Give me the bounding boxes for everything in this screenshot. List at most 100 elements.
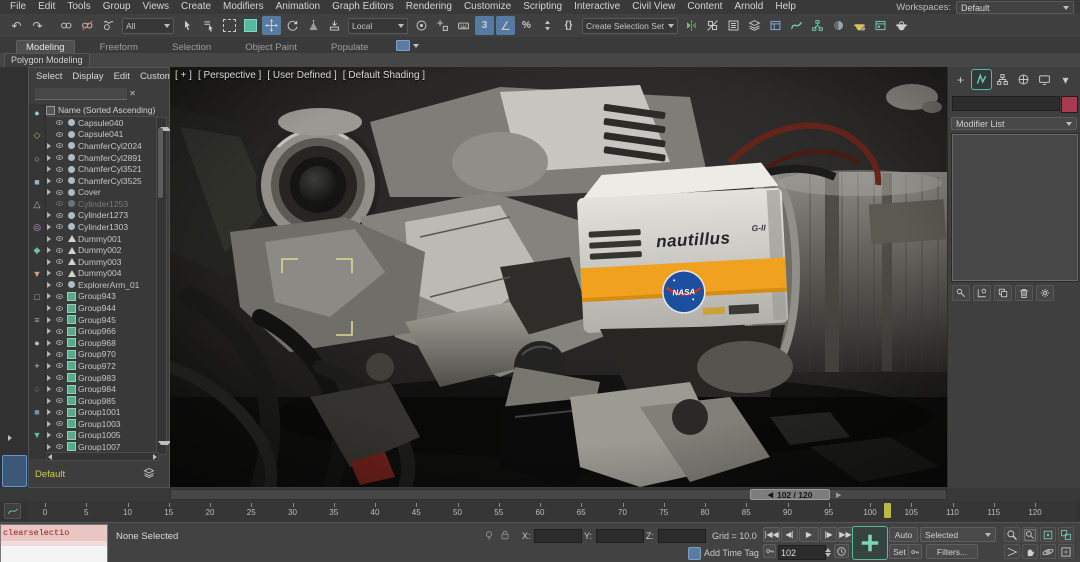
select-and-rotate-icon[interactable] [283,16,302,35]
filter-cameras-icon[interactable]: ■ [31,175,44,188]
explorer-row[interactable]: Group968 [46,337,159,349]
maximize-viewport-toggle-icon[interactable] [1058,544,1074,559]
explorer-row[interactable]: Dummy004 [46,268,159,280]
menu-rendering[interactable]: Rendering [400,0,458,14]
menu-content[interactable]: Content [681,0,728,14]
visibility-eye-icon[interactable] [55,361,65,370]
expand-arrow-icon[interactable] [47,282,53,288]
menu-interactive[interactable]: Interactive [568,0,626,14]
explorer-column-header[interactable]: Name (Sorted Ascending) [46,104,158,117]
expand-arrow-icon[interactable] [47,166,53,172]
undo-icon[interactable]: ↶ [7,16,26,35]
expand-arrow-icon[interactable] [47,351,53,357]
coord-field-x[interactable] [534,529,582,543]
expand-arrow-icon[interactable] [47,155,53,161]
explorer-row[interactable]: Group1001 [46,406,159,418]
time-slider-handle[interactable]: ◀ 102 / 120 [750,489,830,500]
visibility-eye-icon[interactable] [55,315,65,324]
named-selection-sets-icon[interactable]: {} [559,16,578,35]
next-frame-button[interactable]: |▶ [820,527,837,542]
tab-create[interactable]: + [951,70,970,89]
visibility-eye-icon[interactable] [55,234,65,243]
expand-arrow-icon[interactable] [47,189,53,195]
visibility-eye-icon[interactable] [55,373,65,382]
tab-hierarchy[interactable] [993,70,1012,89]
expand-arrow-icon[interactable] [47,178,53,184]
layers-icon[interactable] [143,467,155,479]
current-frame-field[interactable] [778,545,826,560]
set-keys-button[interactable] [852,526,888,560]
explorer-row[interactable]: ChamferCyl3521 [46,163,159,175]
explorer-menu-edit[interactable]: Edit [109,71,135,82]
explorer-row[interactable]: ChamferCyl2891 [46,152,159,164]
keyboard-shortcut-override-icon[interactable] [454,16,473,35]
menu-modifiers[interactable]: Modifiers [217,0,270,14]
menu-views[interactable]: Views [137,0,176,14]
explorer-row[interactable]: Cylinder1253 [46,198,159,210]
menu-group[interactable]: Group [97,0,137,14]
select-and-scale-icon[interactable] [304,16,323,35]
visibility-eye-icon[interactable] [55,165,65,174]
mini-curve-editor-icon[interactable] [4,503,21,519]
expand-arrow-icon[interactable] [47,363,53,369]
dock-expand-arrow-icon[interactable] [8,435,12,441]
playhead-marker[interactable] [884,503,891,518]
menu-graph-editors[interactable]: Graph Editors [326,0,400,14]
filter-shapes-icon[interactable]: ◇ [31,129,44,142]
object-color-swatch[interactable] [1061,96,1078,113]
visibility-eye-icon[interactable] [55,246,65,255]
viewport-canvas[interactable]: nautillus G-II NASA [170,67,947,487]
visibility-eye-icon[interactable] [55,327,65,336]
configure-modifier-sets-button[interactable] [1036,285,1054,301]
material-editor-icon[interactable] [829,16,848,35]
expand-arrow-icon[interactable] [47,293,53,299]
select-by-name-icon[interactable] [199,16,218,35]
toggle-ribbon-icon[interactable] [766,16,785,35]
menu-scripting[interactable]: Scripting [517,0,568,14]
select-and-link-icon[interactable] [57,16,76,35]
explorer-row[interactable]: Group944 [46,302,159,314]
active-layer-label[interactable]: Default [35,469,65,480]
visibility-eye-icon[interactable] [55,188,65,197]
visibility-eye-icon[interactable] [55,211,65,220]
explorer-row[interactable]: Group970 [46,349,159,361]
pan-view-icon[interactable] [1022,544,1038,559]
menu-create[interactable]: Create [175,0,217,14]
tab-display[interactable] [1035,70,1054,89]
snaps-toggle-3d-icon[interactable]: 3 [475,16,494,35]
expand-arrow-icon[interactable] [47,236,53,242]
show-end-result-button[interactable] [973,285,991,301]
expand-arrow-icon[interactable] [47,444,53,450]
visibility-eye-icon[interactable] [55,269,65,278]
zoom-icon[interactable] [1004,527,1020,542]
explorer-row[interactable]: Group966 [46,325,159,337]
filter-geometry-icon[interactable]: ● [31,106,44,119]
key-mode-toggle-icon[interactable] [763,544,776,558]
time-tag-icon[interactable] [688,547,701,560]
explorer-row[interactable]: Group983 [46,372,159,384]
redo-icon[interactable]: ↷ [28,16,47,35]
unlink-selection-icon[interactable] [78,16,97,35]
expand-arrow-icon[interactable] [47,259,53,265]
filter-helpers-icon[interactable]: △ [31,198,44,211]
spinner-snap-icon[interactable] [538,16,557,35]
time-slider-track[interactable] [170,489,947,500]
visibility-eye-icon[interactable] [55,385,65,394]
visibility-eye-icon[interactable] [55,396,65,405]
expand-arrow-icon[interactable] [47,386,53,392]
visibility-eye-icon[interactable] [55,176,65,185]
select-and-place-icon[interactable] [325,16,344,35]
expand-arrow-icon[interactable] [47,247,53,253]
explorer-row[interactable]: Group1003 [46,418,159,430]
visibility-eye-icon[interactable] [55,350,65,359]
expand-arrow-icon[interactable] [47,328,53,334]
expand-arrow-icon[interactable] [47,409,53,415]
tab-modify[interactable] [972,70,991,89]
field-of-view-icon[interactable] [1004,544,1020,559]
percent-snap-icon[interactable]: % [517,16,536,35]
selection-filter-dropdown[interactable]: All [122,18,174,34]
rectangular-selection-region-icon[interactable] [220,16,239,35]
rendered-frame-window-icon[interactable] [871,16,890,35]
explorer-row[interactable]: Group1005 [46,430,159,442]
key-filters-selection-dropdown[interactable]: Selected [920,527,996,542]
